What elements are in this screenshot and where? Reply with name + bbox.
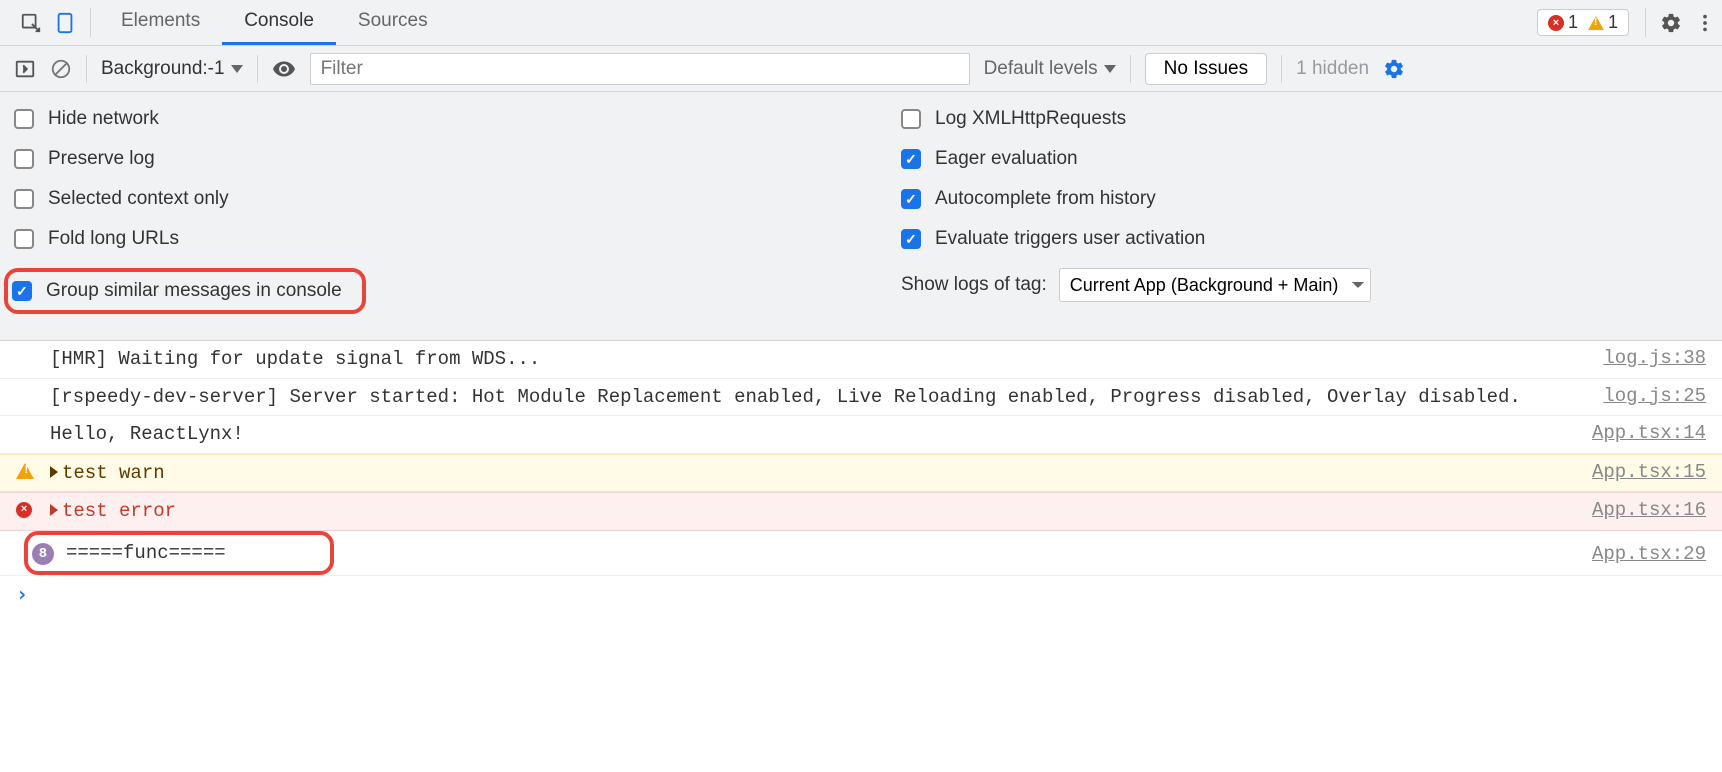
log-row[interactable]: Hello, ReactLynx!App.tsx:14: [0, 416, 1722, 454]
warning-icon: [1588, 16, 1604, 30]
clear-console-icon[interactable]: [50, 58, 72, 80]
log-message: [rspeedy-dev-server] Server started: Hot…: [50, 383, 1583, 412]
warning-icon: [16, 463, 34, 479]
log-row[interactable]: test warnApp.tsx:15: [0, 454, 1722, 493]
group-similar-label: Group similar messages in console: [46, 280, 342, 302]
hide-network-label: Hide network: [48, 108, 159, 130]
error-icon: ×: [1548, 15, 1564, 31]
log-source-link[interactable]: App.tsx:16: [1572, 497, 1706, 521]
live-expression-icon[interactable]: [272, 57, 296, 81]
log-xhr-label: Log XMLHttpRequests: [935, 108, 1126, 130]
eager-eval-checkbox[interactable]: Eager evaluation: [901, 148, 1708, 170]
preserve-log-checkbox[interactable]: Preserve log: [14, 148, 821, 170]
gear-icon[interactable]: [1654, 0, 1688, 45]
log-row[interactable]: [HMR] Waiting for update signal from WDS…: [0, 341, 1722, 379]
context-label: Background:-1: [101, 58, 225, 80]
group-similar-checkbox[interactable]: Group similar messages in console: [12, 280, 342, 302]
fold-long-urls-checkbox[interactable]: Fold long URLs: [14, 228, 821, 250]
console-settings-gear-icon[interactable]: [1383, 58, 1405, 80]
tag-select[interactable]: Current App (Background + Main): [1059, 268, 1371, 302]
log-levels-selector[interactable]: Default levels: [984, 58, 1116, 80]
log-xhr-checkbox[interactable]: Log XMLHttpRequests: [901, 108, 1708, 130]
autocomplete-history-label: Autocomplete from history: [935, 188, 1156, 210]
kebab-menu-icon[interactable]: [1688, 0, 1722, 45]
levels-label: Default levels: [984, 58, 1098, 80]
log-row[interactable]: [rspeedy-dev-server] Server started: Hot…: [0, 379, 1722, 417]
tab-elements[interactable]: Elements: [99, 0, 222, 45]
log-source-link[interactable]: log.js:25: [1583, 383, 1706, 407]
issues-button[interactable]: No Issues: [1145, 53, 1267, 85]
autocomplete-history-checkbox[interactable]: Autocomplete from history: [901, 188, 1708, 210]
error-count: 1: [1568, 12, 1578, 33]
inspect-element-icon[interactable]: [14, 0, 48, 45]
disclosure-triangle-icon[interactable]: [50, 504, 58, 516]
log-source-link[interactable]: App.tsx:15: [1572, 459, 1706, 483]
tab-console[interactable]: Console: [222, 0, 336, 45]
log-row[interactable]: 8 =====func=====: [24, 531, 334, 576]
log-message: test error: [50, 497, 1572, 526]
selected-context-only-checkbox[interactable]: Selected context only: [14, 188, 821, 210]
error-icon: ×: [16, 502, 32, 518]
hide-network-checkbox[interactable]: Hide network: [14, 108, 821, 130]
console-output: [HMR] Waiting for update signal from WDS…: [0, 341, 1722, 576]
log-message: [HMR] Waiting for update signal from WDS…: [50, 345, 1583, 374]
chevron-down-icon: [231, 65, 243, 73]
context-selector[interactable]: Background:-1: [101, 58, 243, 80]
error-warning-pill[interactable]: × 1 1: [1537, 9, 1629, 36]
log-message: Hello, ReactLynx!: [50, 420, 1572, 449]
warning-count: 1: [1608, 12, 1618, 33]
preserve-log-label: Preserve log: [48, 148, 155, 170]
eager-eval-label: Eager evaluation: [935, 148, 1078, 170]
log-source-link[interactable]: App.tsx:29: [1572, 541, 1706, 565]
chevron-down-icon: [1104, 65, 1116, 73]
log-message: test warn: [50, 459, 1572, 488]
log-message: =====func=====: [66, 539, 316, 568]
log-row[interactable]: × test errorApp.tsx:16: [0, 492, 1722, 531]
evaluate-triggers-label: Evaluate triggers user activation: [935, 228, 1205, 250]
log-source-link[interactable]: log.js:38: [1583, 345, 1706, 369]
repeat-count-badge: 8: [32, 543, 54, 565]
log-source-link[interactable]: App.tsx:14: [1572, 420, 1706, 444]
filter-input[interactable]: [310, 53, 970, 85]
console-prompt[interactable]: ›: [0, 576, 1722, 612]
disclosure-triangle-icon[interactable]: [50, 466, 58, 478]
hidden-count: 1 hidden: [1296, 58, 1369, 80]
toggle-drawer-icon[interactable]: [14, 58, 36, 80]
console-settings-panel: Hide network Preserve log Selected conte…: [0, 92, 1722, 341]
show-logs-label: Show logs of tag:: [901, 274, 1047, 296]
device-toggle-icon[interactable]: [48, 0, 82, 45]
selected-context-only-label: Selected context only: [48, 188, 229, 210]
prompt-chevron-icon: ›: [16, 582, 28, 606]
evaluate-triggers-checkbox[interactable]: Evaluate triggers user activation: [901, 228, 1708, 250]
fold-long-urls-label: Fold long URLs: [48, 228, 179, 250]
tab-sources[interactable]: Sources: [336, 0, 450, 45]
